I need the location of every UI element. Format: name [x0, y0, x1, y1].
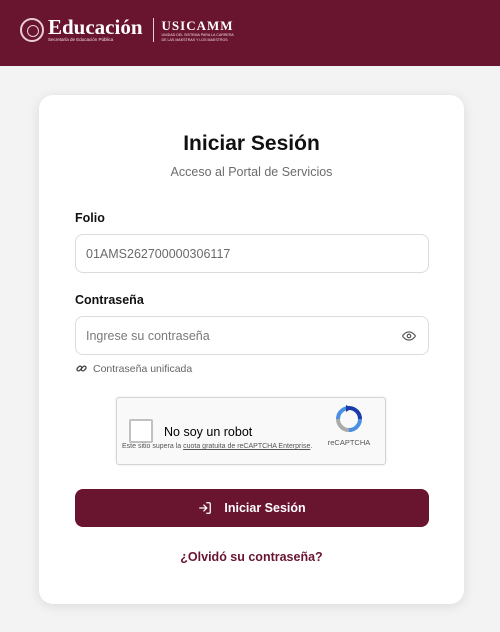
org-subtitle-line2: DE LAS MAESTRAS Y LOS MAESTROS — [161, 37, 228, 42]
recaptcha-logo-icon — [334, 404, 364, 434]
org-logo: USICAMM UNIDAD DEL SISTEMA PARA LA CARRE… — [162, 18, 234, 42]
login-button[interactable]: Iniciar Sesión — [75, 489, 429, 527]
forgot-password-link[interactable]: ¿Olvidó su contraseña? — [39, 550, 464, 564]
page-title: Iniciar Sesión — [183, 132, 320, 155]
recaptcha-widget: No soy un robot Este sitio supera la cuo… — [116, 397, 386, 465]
recaptcha-note-suffix: . — [310, 443, 313, 450]
recaptcha-checkbox-label: No soy un robot — [164, 425, 253, 439]
login-arrow-icon — [198, 501, 212, 515]
brand-text: Educación Secretaría de Educación Públic… — [48, 17, 143, 43]
recaptcha-brand: reCAPTCHA — [327, 438, 371, 447]
password-input[interactable] — [86, 328, 402, 343]
brand-subtitle: Secretaría de Educación Pública — [48, 37, 114, 42]
top-header-bar: Educación Secretaría de Educación Públic… — [0, 0, 500, 66]
unified-password-link[interactable]: Contraseña unificada — [75, 362, 192, 375]
brand-name: Educación — [48, 15, 143, 39]
unified-password-text: Contraseña unificada — [93, 362, 193, 375]
recaptcha-note: Este sitio supera la cuota gratuita de r… — [122, 442, 312, 451]
recaptcha-note-prefix: Este sitio supera la — [122, 443, 182, 450]
folio-field[interactable] — [75, 234, 429, 273]
recaptcha-quota-link[interactable]: cuota gratuita de reCAPTCHA Enterprise — [183, 443, 310, 450]
password-field[interactable] — [75, 316, 429, 355]
header-logo[interactable]: Educación Secretaría de Educación Públic… — [20, 16, 234, 44]
page-subtitle: Acceso al Portal de Servicios — [170, 165, 333, 179]
login-card: Iniciar Sesión Acceso al Portal de Servi… — [39, 95, 464, 604]
recaptcha-checkbox[interactable] — [129, 419, 153, 443]
eye-icon[interactable] — [402, 329, 416, 343]
login-button-label: Iniciar Sesión — [224, 501, 306, 515]
folio-input[interactable] — [86, 246, 416, 261]
brand-divider — [152, 18, 154, 42]
linked-key-icon — [75, 362, 88, 375]
password-label: Contraseña — [75, 293, 144, 307]
folio-label: Folio — [75, 211, 105, 225]
government-seal-icon — [20, 18, 44, 42]
org-name: USICAMM — [161, 18, 234, 33]
